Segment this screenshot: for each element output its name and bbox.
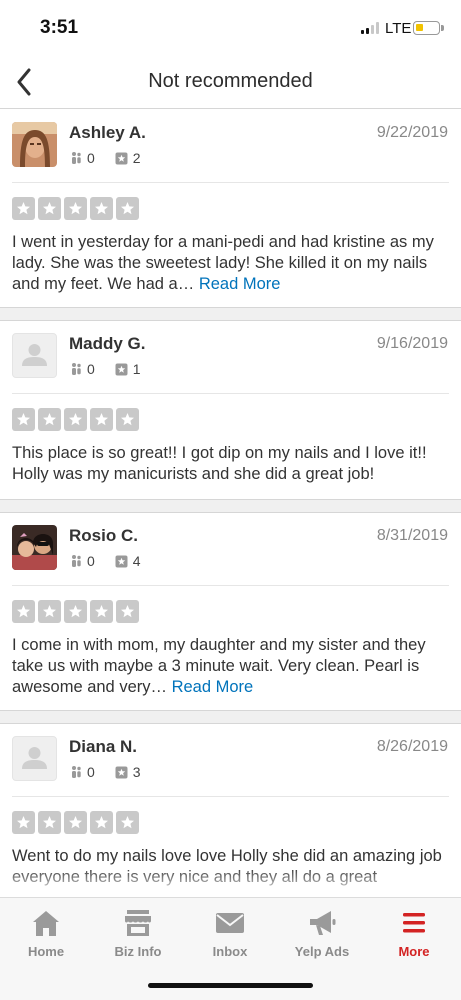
megaphone-icon	[310, 911, 336, 935]
status-time: 3:51	[40, 17, 79, 38]
star-icon	[12, 408, 35, 431]
review-count: 2	[132, 150, 141, 166]
review-date: 9/16/2019	[376, 335, 448, 352]
star-rating	[0, 394, 461, 431]
friend-count: 0	[87, 553, 95, 569]
default-user-icon	[22, 747, 47, 769]
avatar[interactable]	[12, 122, 57, 167]
review-count-icon	[115, 555, 128, 567]
star-icon	[64, 408, 87, 431]
review-text: I went in yesterday for a mani-pedi and …	[0, 220, 461, 295]
review-count: 4	[132, 553, 141, 569]
review-text: This place is so great!! I got dip on my…	[0, 431, 461, 485]
tab-more[interactable]: More	[374, 908, 454, 959]
tab-label: Yelp Ads	[294, 944, 350, 959]
tab-label: Inbox	[212, 944, 248, 959]
nav-bar: Not recommended	[0, 56, 461, 109]
review-list: Ashley A. 9/22/2019 0 2 I went in yester…	[0, 110, 461, 924]
star-rating	[0, 586, 461, 623]
page-title: Not recommended	[148, 70, 313, 92]
avatar[interactable]	[12, 525, 57, 570]
avatar[interactable]	[12, 736, 57, 781]
review-date: 8/26/2019	[376, 738, 448, 755]
default-user-icon	[22, 344, 47, 366]
tab-biz-info[interactable]: Biz Info	[98, 908, 178, 959]
star-icon	[38, 408, 61, 431]
battery-icon	[413, 21, 444, 35]
star-icon	[90, 408, 113, 431]
star-icon	[12, 197, 35, 220]
friends-icon	[72, 152, 81, 164]
reviewer-name[interactable]: Ashley A.	[69, 123, 146, 143]
reviewer-name[interactable]: Maddy G.	[69, 334, 146, 354]
read-more-link[interactable]: Read More	[199, 275, 281, 293]
review-item: Ashley A. 9/22/2019 0 2 I went in yester…	[0, 110, 461, 307]
review-body: This place is so great!! I got dip on my…	[12, 444, 427, 483]
review-count-icon	[115, 363, 128, 375]
friend-count: 0	[87, 150, 95, 166]
network-label: LTE	[385, 20, 412, 37]
review-date: 9/22/2019	[376, 124, 448, 141]
section-separator	[0, 307, 461, 321]
star-icon	[64, 197, 87, 220]
review-text: I come in with mom, my daughter and my s…	[0, 623, 461, 698]
review-item: Rosio C. 8/31/2019 0 4 I come in with mo…	[0, 513, 461, 710]
star-icon	[38, 600, 61, 623]
star-rating	[0, 797, 461, 834]
star-icon	[116, 811, 139, 834]
section-separator	[0, 499, 461, 513]
mail-icon	[216, 913, 244, 933]
review-count-icon	[115, 766, 128, 778]
store-icon	[125, 910, 151, 936]
home-indicator[interactable]	[148, 983, 313, 988]
home-icon	[33, 911, 59, 936]
star-icon	[38, 197, 61, 220]
friends-icon	[72, 766, 81, 778]
status-bar: 3:51 LTE	[0, 0, 461, 56]
scroll-fade	[0, 867, 461, 897]
friend-count: 0	[87, 361, 95, 377]
star-icon	[116, 408, 139, 431]
review-count: 1	[132, 361, 141, 377]
star-icon	[116, 600, 139, 623]
tab-inbox[interactable]: Inbox	[190, 908, 270, 959]
tab-label: Biz Info	[114, 944, 162, 959]
menu-icon	[403, 913, 425, 933]
review-item: Maddy G. 9/16/2019 0 1 This place is so …	[0, 321, 461, 499]
tab-label: Home	[27, 944, 65, 959]
review-count-icon	[115, 152, 128, 164]
tab-yelp-ads[interactable]: Yelp Ads	[282, 908, 362, 959]
star-rating	[0, 183, 461, 220]
reviewer-name[interactable]: Diana N.	[69, 737, 137, 757]
star-icon	[116, 197, 139, 220]
star-icon	[90, 197, 113, 220]
friends-icon	[72, 363, 81, 375]
star-icon	[64, 600, 87, 623]
avatar[interactable]	[12, 333, 57, 378]
star-icon	[38, 811, 61, 834]
star-icon	[90, 811, 113, 834]
reviewer-name[interactable]: Rosio C.	[69, 526, 138, 546]
star-icon	[64, 811, 87, 834]
tab-home[interactable]: Home	[6, 908, 86, 959]
star-icon	[90, 600, 113, 623]
friend-count: 0	[87, 764, 95, 780]
review-date: 8/31/2019	[376, 527, 448, 544]
star-icon	[12, 600, 35, 623]
review-count: 3	[132, 764, 141, 780]
section-separator	[0, 710, 461, 724]
read-more-link[interactable]: Read More	[172, 678, 254, 696]
friends-icon	[72, 555, 81, 567]
star-icon	[12, 811, 35, 834]
signal-icon	[361, 22, 379, 34]
tab-label: More	[398, 944, 430, 959]
